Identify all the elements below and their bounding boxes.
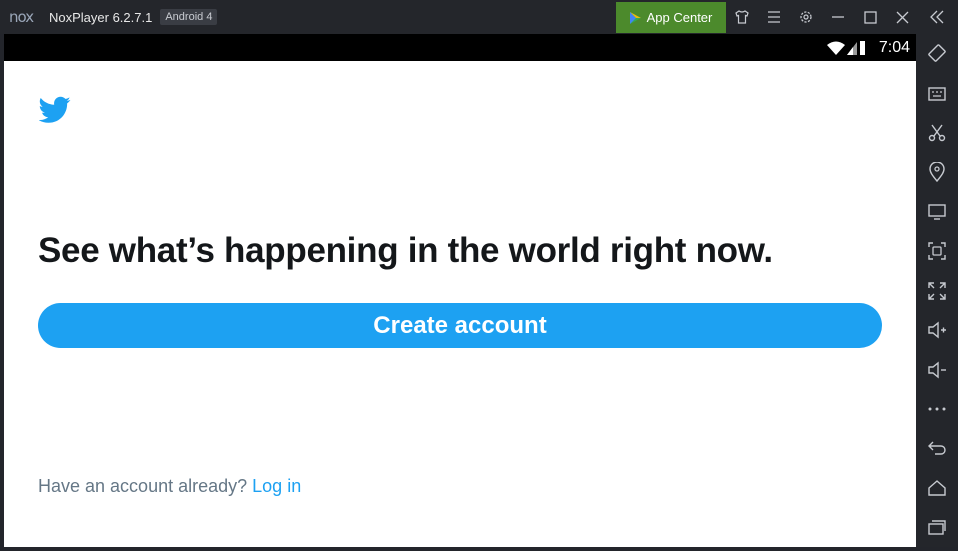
headline: See what’s happening in the world right …: [38, 231, 773, 270]
create-account-button[interactable]: Create account: [38, 303, 882, 348]
play-store-icon: [629, 11, 641, 24]
home-icon[interactable]: [927, 478, 947, 498]
keyboard-icon[interactable]: [927, 84, 947, 104]
volume-up-icon[interactable]: [927, 320, 947, 340]
signal-icon: [847, 42, 857, 55]
title-bar: nox NoxPlayer 6.2.7.1 Android 4 App Cent…: [0, 0, 958, 34]
status-time: 7:04: [878, 39, 910, 56]
scissors-icon[interactable]: [927, 123, 947, 143]
screenshot-icon[interactable]: [927, 241, 947, 261]
app-center-label: App Center: [646, 10, 713, 25]
minimize-icon[interactable]: [829, 8, 847, 26]
app-title: NoxPlayer 6.2.7.1: [49, 9, 153, 25]
twitter-bird-icon: [39, 96, 71, 124]
close-icon[interactable]: [893, 8, 911, 26]
window-bottom-edge: [0, 547, 958, 551]
battery-icon: [860, 41, 865, 55]
android-version-badge: Android 4: [160, 9, 218, 25]
menu-icon[interactable]: [765, 8, 783, 26]
login-link[interactable]: Log in: [252, 476, 301, 496]
nox-window: nox NoxPlayer 6.2.7.1 Android 4 App Cent…: [0, 0, 958, 551]
more-icon[interactable]: [927, 399, 947, 419]
fullscreen-icon[interactable]: [927, 281, 947, 301]
wifi-icon: [827, 41, 845, 55]
settings-icon[interactable]: [797, 8, 815, 26]
android-screen: See what’s happening in the world right …: [4, 61, 916, 547]
android-status-bar: 7:04: [4, 34, 916, 61]
app-center-button[interactable]: App Center: [616, 2, 726, 33]
volume-down-icon[interactable]: [927, 360, 947, 380]
status-icons: [826, 39, 866, 56]
rotate-icon[interactable]: [927, 43, 947, 63]
login-row: Have an account already? Log in: [38, 476, 301, 497]
location-icon[interactable]: [927, 162, 947, 182]
tshirt-icon[interactable]: [733, 8, 751, 26]
recent-apps-icon[interactable]: [927, 517, 947, 537]
have-account-text: Have an account already?: [38, 476, 248, 496]
screen-icon[interactable]: [927, 202, 947, 222]
maximize-icon[interactable]: [861, 8, 879, 26]
nox-logo: nox: [9, 8, 34, 26]
nox-sidebar: [916, 34, 958, 551]
back-icon[interactable]: [927, 438, 947, 458]
collapse-icon[interactable]: [928, 8, 946, 26]
